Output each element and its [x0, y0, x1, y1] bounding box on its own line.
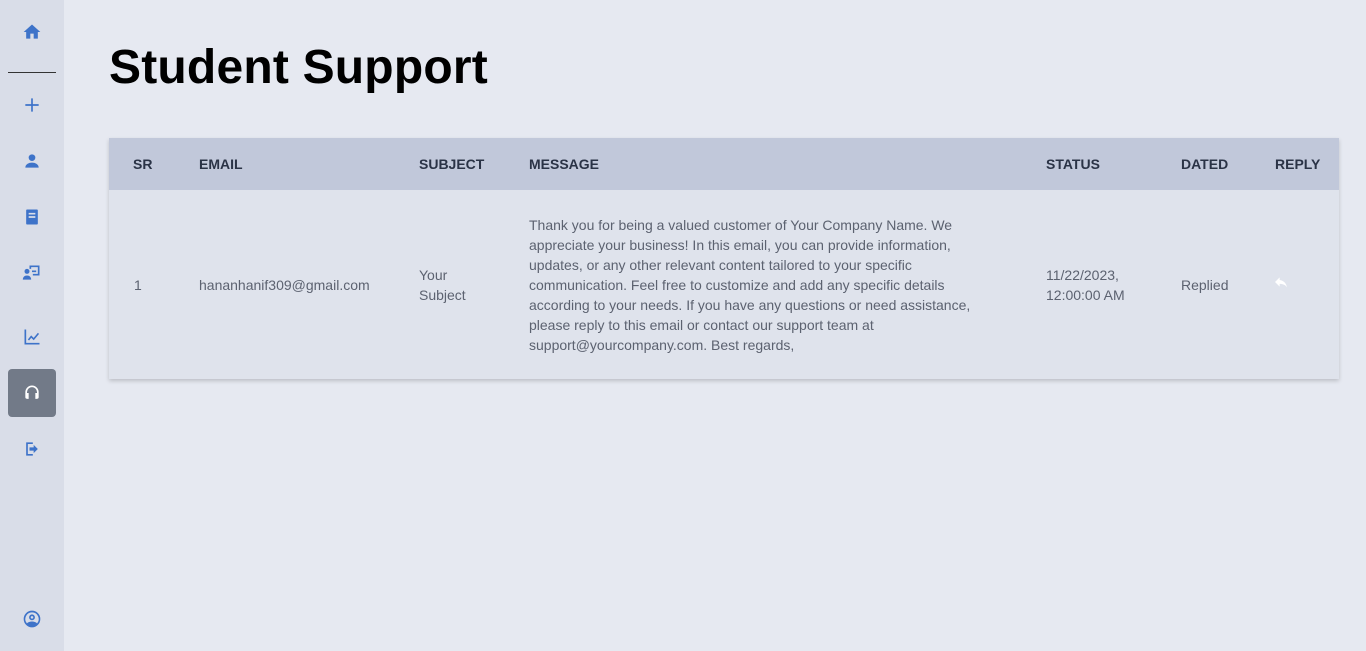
nav-support-button[interactable] — [8, 369, 56, 417]
nav-book-button[interactable] — [8, 193, 56, 241]
sidebar — [0, 0, 64, 651]
page-title: Student Support — [109, 41, 488, 94]
reply-icon — [1275, 277, 1287, 288]
table-header-row: SR EMAIL SUBJECT MESSAGE STATUS DATED RE… — [109, 138, 1339, 190]
nav-account-button[interactable] — [8, 595, 56, 643]
user-icon — [25, 154, 39, 168]
nav-user-button[interactable] — [8, 137, 56, 185]
header-dated: DATED — [1181, 156, 1229, 172]
headset-icon — [25, 385, 39, 399]
nav-logout-button[interactable] — [8, 425, 56, 473]
nav-teacher-button[interactable] — [8, 249, 56, 297]
nav-add-button[interactable] — [8, 81, 56, 129]
nav-home-button[interactable] — [8, 8, 56, 56]
header-status: STATUS — [1046, 156, 1100, 172]
reply-button[interactable] — [1273, 274, 1289, 295]
header-subject: SUBJECT — [419, 156, 485, 172]
support-table: SR EMAIL SUBJECT MESSAGE STATUS DATED RE… — [109, 138, 1339, 379]
cell-dated: Replied — [1181, 276, 1229, 293]
cell-message: Thank you for being a valued customer of… — [529, 216, 971, 353]
header-sr: SR — [133, 156, 153, 172]
book-icon — [26, 209, 38, 225]
header-reply: REPLY — [1275, 156, 1321, 172]
cell-email: hananhanif309@gmail.com — [199, 276, 370, 293]
cell-status: 11/22/2023, 12:00:00 AM — [1046, 266, 1125, 303]
teacher-board-icon — [22, 265, 40, 280]
chart-line-icon — [24, 329, 40, 345]
logout-icon — [26, 442, 38, 456]
nav-analytics-button[interactable] — [8, 313, 56, 361]
main-content: Student Support SR EMAIL SUBJECT MESSAGE… — [64, 0, 1366, 651]
plus-icon — [25, 98, 39, 112]
account-circle-icon — [23, 610, 41, 628]
table-row: 1 hananhanif309@gmail.com Your Subject T… — [109, 190, 1339, 379]
sidebar-divider — [8, 72, 56, 73]
cell-reply — [1251, 190, 1339, 379]
header-email: EMAIL — [199, 156, 243, 172]
support-table-card: SR EMAIL SUBJECT MESSAGE STATUS DATED RE… — [109, 138, 1339, 379]
header-message: MESSAGE — [529, 156, 600, 172]
cell-sr: 1 — [134, 276, 142, 293]
cell-subject: Your Subject — [419, 266, 466, 303]
home-icon — [23, 24, 41, 39]
